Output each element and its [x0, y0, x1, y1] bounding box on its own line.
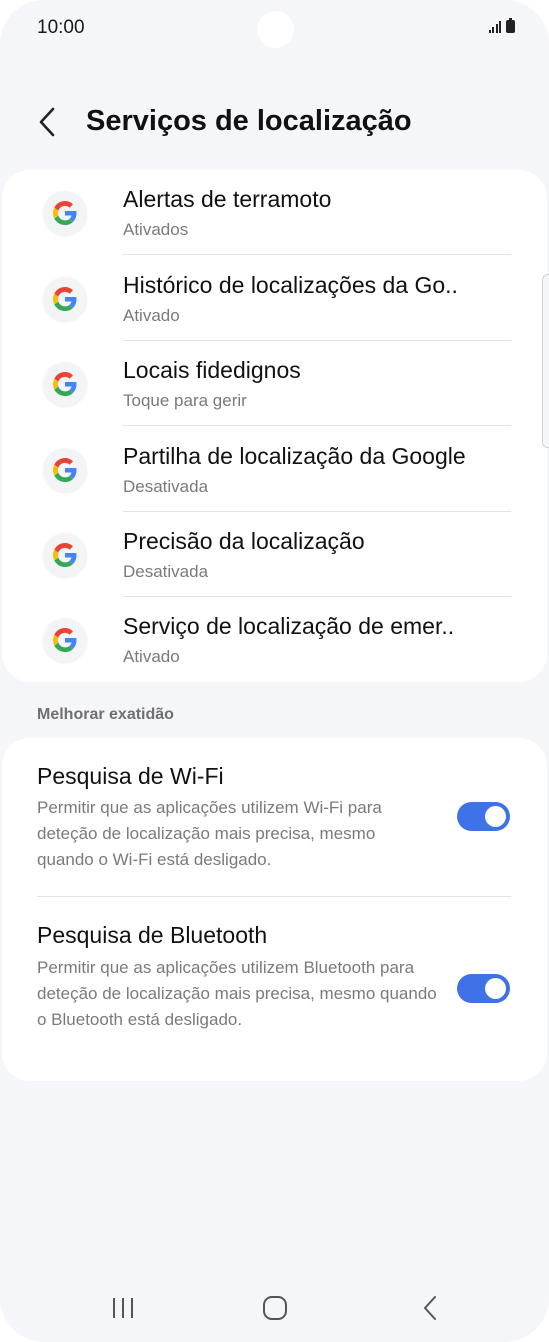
- list-item-earthquake-alerts[interactable]: Alertas de terramoto Ativados: [2, 170, 547, 255]
- back-button[interactable]: [30, 105, 64, 139]
- wifi-scanning-row[interactable]: Pesquisa de Wi-Fi Permitir que as aplica…: [2, 738, 547, 896]
- google-g-icon: [43, 362, 87, 406]
- section-label: Melhorar exatidão: [37, 706, 174, 723]
- list-item-title: Serviço de localização de emer..: [123, 613, 455, 639]
- status-time: 10:00: [37, 17, 85, 38]
- list-item-emergency-location[interactable]: Serviço de localização de emer.. Ativado: [2, 597, 547, 682]
- page-title: Serviços de localização: [86, 105, 412, 137]
- google-g-icon: [43, 618, 87, 662]
- google-g-icon: [43, 533, 87, 577]
- recents-icon: [113, 1298, 133, 1318]
- toggle-knob: [485, 978, 506, 999]
- list-item-location-history[interactable]: Histórico de localizações da Go.. Ativad…: [2, 256, 547, 341]
- home-button[interactable]: [245, 1280, 305, 1336]
- battery-icon: [506, 18, 515, 33]
- status-icons: [488, 18, 515, 33]
- nav-back-button[interactable]: [400, 1280, 460, 1336]
- list-item-subtitle: Toque para gerir: [123, 391, 247, 410]
- list-item-subtitle: Ativado: [123, 306, 180, 325]
- list-item-title: Precisão da localização: [123, 528, 365, 554]
- bluetooth-scanning-toggle[interactable]: [457, 974, 510, 1003]
- google-g-icon: [43, 448, 87, 492]
- app-header: Serviços de localização: [0, 95, 549, 151]
- toggle-title: Pesquisa de Wi-Fi: [37, 763, 224, 789]
- list-item-title: Partilha de localização da Google: [123, 443, 466, 469]
- navigation-bar: [0, 1280, 549, 1336]
- accuracy-card: Pesquisa de Wi-Fi Permitir que as aplica…: [2, 738, 547, 1081]
- recents-button[interactable]: [93, 1280, 153, 1336]
- divider: [123, 425, 511, 426]
- toggle-title: Pesquisa de Bluetooth: [37, 922, 268, 948]
- list-item-title: Locais fidedignos: [123, 357, 301, 383]
- scroll-indicator[interactable]: [542, 274, 549, 448]
- list-item-title: Alertas de terramoto: [123, 186, 332, 212]
- list-item-title: Histórico de localizações da Go..: [123, 272, 458, 298]
- list-item-subtitle: Desativada: [123, 477, 209, 496]
- services-card: Alertas de terramoto Ativados Histórico …: [2, 170, 547, 682]
- chevron-left-icon: [39, 107, 55, 137]
- back-icon: [424, 1296, 436, 1320]
- list-item-subtitle: Ativados: [123, 220, 189, 239]
- divider: [123, 254, 511, 255]
- list-item-trusted-places[interactable]: Locais fidedignos Toque para gerir: [2, 341, 547, 426]
- google-g-icon: [43, 191, 87, 235]
- list-item-location-accuracy[interactable]: Precisão da localização Desativada: [2, 512, 547, 597]
- status-bar: 10:00: [0, 0, 549, 60]
- wifi-scanning-toggle[interactable]: [457, 802, 510, 831]
- toggle-description: Permitir que as aplicações utilizem Wi-F…: [37, 798, 382, 869]
- list-item-subtitle: Ativado: [123, 647, 180, 666]
- home-icon: [263, 1296, 287, 1320]
- google-g-icon: [43, 277, 87, 321]
- list-item-location-sharing[interactable]: Partilha de localização da Google Desati…: [2, 427, 547, 512]
- signal-icon: [488, 20, 501, 33]
- toggle-description: Permitir que as aplicações utilizem Blue…: [37, 958, 437, 1029]
- camera-cutout: [257, 11, 294, 48]
- phone-screen: 10:00 Serviços de localização Alertas de…: [0, 0, 549, 1342]
- list-item-subtitle: Desativada: [123, 562, 209, 581]
- toggle-knob: [485, 806, 506, 827]
- bluetooth-scanning-row[interactable]: Pesquisa de Bluetooth Permitir que as ap…: [2, 897, 547, 1081]
